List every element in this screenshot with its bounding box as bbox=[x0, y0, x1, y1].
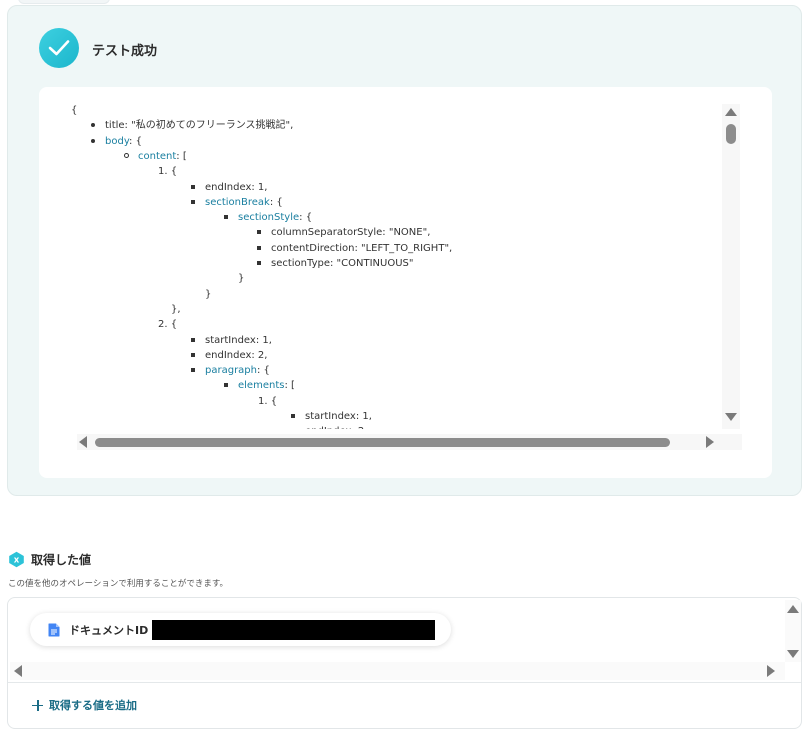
json-line: 2. { bbox=[158, 317, 177, 332]
list-bullet bbox=[257, 230, 261, 235]
list-bullet bbox=[191, 352, 195, 357]
plus-icon bbox=[32, 699, 43, 711]
list-bullet bbox=[191, 368, 195, 373]
json-line: endIndex: 2, bbox=[291, 424, 367, 429]
json-text: endIndex: 2, bbox=[305, 426, 367, 429]
scroll-down-arrow-icon[interactable] bbox=[725, 413, 737, 421]
json-line: sectionStyle: { bbox=[224, 210, 312, 225]
list-bullet bbox=[91, 138, 95, 143]
acquired-values-header: x 取得した値 bbox=[8, 551, 91, 568]
vertical-scroll-thumb[interactable] bbox=[726, 124, 736, 144]
json-text: { bbox=[71, 105, 78, 116]
test-result-panel: テスト成功 {title: "私の初めてのフリーランス挑戦記", body: {c… bbox=[7, 5, 802, 496]
list-bullet bbox=[291, 414, 295, 418]
json-line: startIndex: 1, bbox=[291, 409, 372, 424]
json-text: endIndex: 2, bbox=[205, 349, 268, 361]
add-value-label: 取得する値を追加 bbox=[49, 699, 137, 712]
values-vertical-scrollbar[interactable] bbox=[785, 600, 801, 662]
list-bullet bbox=[257, 261, 261, 265]
json-key[interactable]: content bbox=[138, 151, 176, 162]
json-text: : { bbox=[299, 212, 313, 224]
values-horizontal-scrollbar[interactable] bbox=[10, 662, 785, 680]
test-success-title: テスト成功 bbox=[92, 44, 158, 59]
json-line: contentDirection: "LEFT_TO_RIGHT", bbox=[257, 241, 452, 256]
json-key[interactable]: sectionStyle bbox=[238, 212, 299, 223]
json-line: elements: [ bbox=[224, 378, 295, 393]
json-text: endIndex: 1, bbox=[205, 181, 268, 193]
json-key[interactable]: paragraph bbox=[205, 365, 257, 376]
scroll-left-arrow-icon[interactable] bbox=[14, 665, 22, 677]
scroll-down-arrow-icon[interactable] bbox=[787, 650, 799, 658]
acquired-values-description: この値を他のオペレーションで利用することができます。 bbox=[8, 579, 228, 589]
google-docs-icon bbox=[48, 623, 60, 636]
list-bullet bbox=[124, 153, 129, 159]
json-line: }, bbox=[171, 302, 181, 317]
json-line: 1. { bbox=[158, 164, 177, 179]
svg-text:x: x bbox=[14, 556, 20, 566]
json-text: title: "私の初めてのフリーランス挑戦記", bbox=[105, 120, 294, 132]
horizontal-scrollbar[interactable] bbox=[77, 434, 742, 450]
json-text: contentDirection: "LEFT_TO_RIGHT", bbox=[271, 242, 453, 254]
json-line: endIndex: 1, bbox=[191, 180, 267, 195]
json-text: columnSeparatorStyle: "NONE", bbox=[271, 227, 431, 239]
variable-x-icon: x bbox=[8, 551, 25, 568]
json-text: : [ bbox=[284, 380, 295, 392]
json-key[interactable]: elements bbox=[238, 380, 284, 391]
json-text: : { bbox=[269, 196, 283, 208]
json-text: 1. { bbox=[158, 166, 178, 178]
json-text: : [ bbox=[176, 150, 187, 162]
list-bullet bbox=[224, 215, 228, 220]
list-bullet bbox=[191, 337, 195, 342]
scroll-right-arrow-icon[interactable] bbox=[706, 436, 714, 448]
list-bullet bbox=[257, 245, 261, 250]
json-text: sectionType: "CONTINUOUS" bbox=[271, 258, 414, 269]
json-line: startIndex: 1, bbox=[191, 333, 272, 348]
json-text: 1. { bbox=[258, 395, 278, 407]
scroll-left-arrow-icon[interactable] bbox=[79, 436, 87, 448]
json-line: sectionType: "CONTINUOUS" bbox=[257, 256, 413, 271]
scroll-up-arrow-icon[interactable] bbox=[725, 108, 737, 116]
json-text: 2. { bbox=[158, 319, 178, 331]
acquired-values-panel: ドキュメントID 取得する値を追加 bbox=[7, 597, 802, 729]
json-line: sectionBreak: { bbox=[191, 195, 283, 210]
json-output-box: {title: "私の初めてのフリーランス挑戦記", body: {content… bbox=[39, 87, 772, 478]
add-value-button[interactable]: 取得する値を追加 bbox=[32, 697, 137, 713]
json-line: body: { bbox=[91, 134, 142, 149]
success-check-icon bbox=[39, 28, 79, 68]
json-line: columnSeparatorStyle: "NONE", bbox=[257, 225, 430, 240]
json-text: startIndex: 1, bbox=[205, 334, 272, 346]
acquired-values-title: 取得した値 bbox=[31, 553, 92, 567]
divider bbox=[8, 682, 801, 683]
json-line: } bbox=[205, 287, 211, 302]
redacted-value bbox=[152, 619, 436, 640]
json-line: endIndex: 2, bbox=[191, 348, 267, 363]
previous-panel-tab bbox=[18, 0, 110, 4]
json-line: 1. { bbox=[258, 394, 277, 409]
document-id-label: ドキュメントID bbox=[69, 623, 149, 637]
json-text: }, bbox=[171, 303, 181, 315]
list-bullet bbox=[91, 123, 95, 128]
list-bullet bbox=[224, 383, 228, 388]
json-line: } bbox=[238, 271, 244, 286]
json-line: { bbox=[71, 103, 77, 118]
scroll-right-arrow-icon[interactable] bbox=[767, 665, 775, 677]
json-line: title: "私の初めてのフリーランス挑戦記", bbox=[91, 118, 293, 133]
json-key[interactable]: sectionBreak bbox=[205, 197, 270, 208]
json-output-content: {title: "私の初めてのフリーランス挑戦記", body: {content… bbox=[39, 87, 739, 429]
json-line: content: [ bbox=[124, 149, 187, 164]
json-text: } bbox=[205, 288, 212, 300]
json-text: : { bbox=[257, 365, 270, 377]
json-text: : { bbox=[129, 135, 142, 147]
list-bullet bbox=[191, 199, 195, 204]
document-id-chip[interactable]: ドキュメントID bbox=[30, 613, 451, 646]
vertical-scrollbar[interactable] bbox=[722, 104, 740, 429]
json-line: paragraph: { bbox=[191, 363, 270, 378]
horizontal-scroll-thumb[interactable] bbox=[95, 438, 670, 447]
json-text: } bbox=[238, 273, 245, 285]
scroll-up-arrow-icon[interactable] bbox=[787, 605, 799, 613]
list-bullet bbox=[191, 184, 195, 189]
json-text: startIndex: 1, bbox=[305, 411, 372, 422]
json-key[interactable]: body bbox=[105, 136, 129, 147]
